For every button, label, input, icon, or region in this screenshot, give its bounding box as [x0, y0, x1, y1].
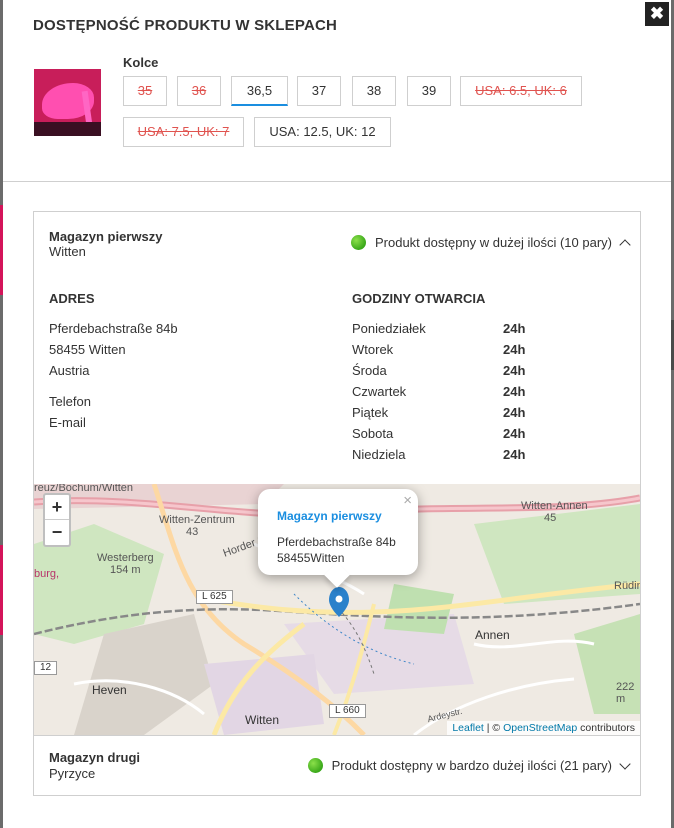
popup-title[interactable]: Magazyn pierwszy — [277, 509, 382, 523]
opening-hours-title: GODZINY OTWARCIA — [352, 291, 486, 306]
size-option[interactable]: USA: 12.5, UK: 12 — [254, 117, 391, 147]
hours-day: Środa — [352, 363, 387, 378]
popup-street: Pferdebachstraße 84b — [277, 535, 396, 549]
road-shield: L 625 — [196, 590, 233, 604]
address-title: ADRES — [49, 291, 95, 306]
hours-value: 24h — [503, 426, 526, 441]
map-label: burg, — [34, 568, 60, 580]
openstreetmap-link[interactable]: OpenStreetMap — [503, 722, 577, 734]
phone-label: Telefon — [49, 394, 91, 409]
email-label: E-mail — [49, 415, 86, 430]
map-label: 222 m — [616, 681, 635, 705]
leaflet-link[interactable]: Leaflet — [452, 722, 484, 734]
hours-value: 24h — [503, 342, 526, 357]
hours-row: Sobota 24h — [352, 426, 552, 441]
address-street: Pferdebachstraße 84b — [49, 321, 178, 336]
store-city: Witten — [49, 244, 86, 259]
size-option[interactable]: 36 — [177, 76, 221, 106]
store-header-magazyn-drugi[interactable]: Magazyn drugi Pyrzyce Produkt dostępny w… — [34, 735, 640, 796]
map-label: 45 — [544, 512, 557, 524]
hours-day: Piątek — [352, 405, 389, 420]
availability-status: Produkt dostępny w bardzo dużej ilości (… — [307, 758, 630, 773]
map-label: Witten — [245, 713, 280, 727]
map-label: Rüdin — [614, 580, 640, 592]
hours-row: Piątek 24h — [352, 405, 552, 420]
close-button[interactable]: ✖ — [645, 2, 669, 26]
store-name: Magazyn pierwszy — [49, 229, 163, 244]
store-list: Magazyn pierwszy Witten Produkt dostępny… — [33, 211, 641, 796]
hours-row: Niedziela 24h — [352, 447, 552, 462]
availability-text: Produkt dostępny w bardzo dużej ilości (… — [331, 758, 612, 773]
size-option-selected[interactable]: 36,5 — [231, 76, 288, 106]
hours-value: 24h — [503, 321, 526, 336]
zoom-control: + − — [43, 493, 71, 547]
hours-row: Czwartek 24h — [352, 384, 552, 399]
size-option[interactable]: 38 — [352, 76, 396, 106]
chevron-up-icon[interactable] — [620, 238, 630, 248]
availability-status: Produkt dostępny w dużej ilości (10 pary… — [350, 235, 630, 250]
green-dot-icon — [350, 235, 366, 250]
hours-day: Wtorek — [352, 342, 394, 357]
hours-row: Poniedziałek 24h — [352, 321, 552, 336]
size-option[interactable]: 39 — [407, 76, 451, 106]
store-city: Pyrzyce — [49, 766, 96, 781]
store-name: Magazyn drugi — [49, 750, 141, 765]
zoom-in-button[interactable]: + — [45, 495, 69, 520]
road-shield: L 660 — [329, 704, 366, 718]
hours-value: 24h — [503, 384, 526, 399]
size-option[interactable]: 37 — [297, 76, 341, 106]
map-attribution: Leaflet | © OpenStreetMap contributors — [447, 721, 640, 735]
dialog-header: DOSTĘPNOŚĆ PRODUKTU W SKLEPACH Kolce 35 … — [3, 0, 671, 182]
road-shield: 12 — [34, 661, 58, 675]
address-country: Austria — [49, 363, 90, 378]
map-label: Westerberg — [97, 552, 154, 564]
hours-value: 24h — [503, 447, 526, 462]
map-label: Witten-Zentrum — [159, 514, 235, 526]
map-label: reuz/Bochum/Witten — [34, 484, 134, 494]
address-postal-city: 58455 Witten — [49, 342, 126, 357]
hours-value: 24h — [503, 363, 526, 378]
map-label: Witten-Annen — [521, 500, 588, 512]
popup-close-icon[interactable]: × — [403, 492, 412, 509]
hours-day: Czwartek — [352, 384, 407, 399]
hours-day: Sobota — [352, 426, 394, 441]
dialog-title: DOSTĘPNOŚĆ PRODUKTU W SKLEPACH — [33, 17, 338, 34]
map-popup: × Magazyn pierwszy Pferdebachstraße 84b … — [258, 489, 418, 575]
hours-value: 24h — [503, 405, 526, 420]
store-availability-dialog: ✖ DOSTĘPNOŚĆ PRODUKTU W SKLEPACH Kolce 3… — [3, 0, 671, 828]
map-label: Annen — [475, 628, 510, 642]
size-option[interactable]: USA: 6.5, UK: 6 — [460, 76, 582, 106]
product-thumbnail — [34, 69, 101, 136]
store-header-magazyn-pierwszy[interactable]: Magazyn pierwszy Witten Produkt dostępny… — [34, 212, 640, 270]
map-label: 43 — [186, 526, 199, 538]
popup-city: 58455Witten — [277, 551, 345, 565]
zoom-out-button[interactable]: − — [45, 520, 69, 545]
chevron-down-icon[interactable] — [620, 761, 630, 771]
hours-row: Wtorek 24h — [352, 342, 552, 357]
close-icon: ✖ — [649, 4, 665, 23]
map-label: 154 m — [110, 564, 141, 576]
product-name: Kolce — [123, 55, 159, 70]
store-map[interactable]: + − reuz/Bochum/Witten Witten-Zentrum 43… — [34, 484, 640, 735]
map-label: Heven — [92, 683, 127, 697]
size-option[interactable]: 35 — [123, 76, 167, 106]
hours-row: Środa 24h — [352, 363, 552, 378]
hours-day: Poniedziałek — [352, 321, 426, 336]
green-dot-icon — [307, 758, 323, 773]
hours-day: Niedziela — [352, 447, 406, 462]
size-option[interactable]: USA: 7.5, UK: 7 — [123, 117, 244, 147]
availability-text: Produkt dostępny w dużej ilości (10 pary… — [374, 235, 612, 250]
